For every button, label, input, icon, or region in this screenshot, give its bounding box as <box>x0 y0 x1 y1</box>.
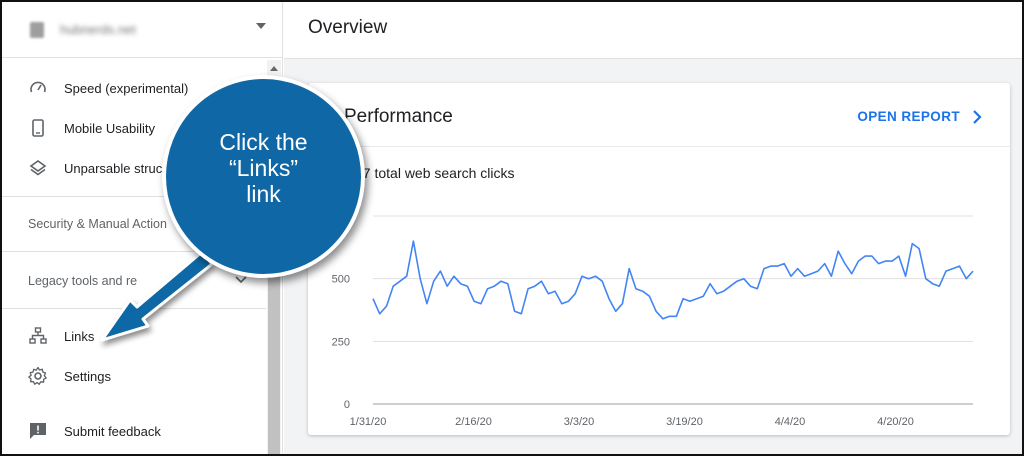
callout-line-1: Click the <box>219 128 308 155</box>
callout-line-2: “Links” <box>228 154 298 181</box>
callout-line-3: link <box>246 180 281 207</box>
screenshot-frame: hubnerds.net Speed (experimental) Mobile… <box>0 0 1024 456</box>
callout-arrow <box>100 250 214 342</box>
callout-bubble: Click the “Links” link <box>162 75 365 278</box>
